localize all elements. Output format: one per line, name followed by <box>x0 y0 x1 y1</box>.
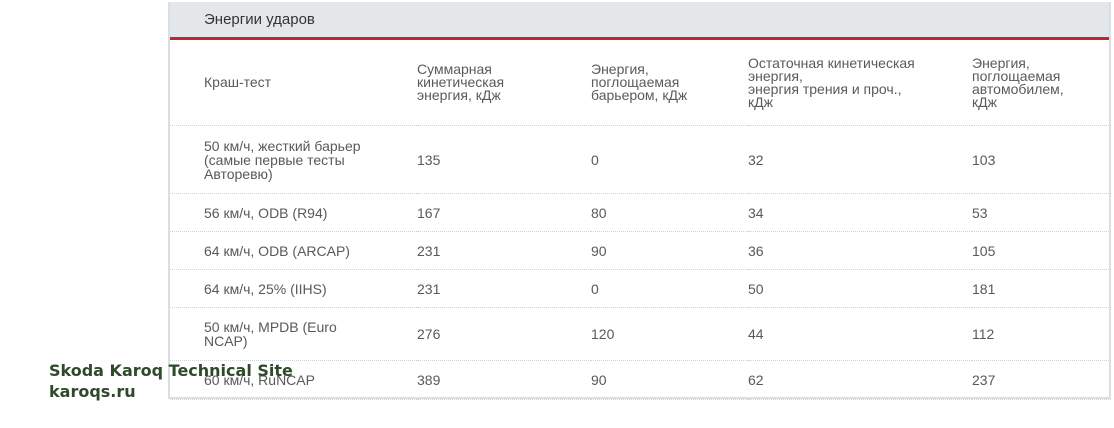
table-cell: 105 <box>972 231 1111 270</box>
table-cell: 90 <box>591 231 748 270</box>
table-cell: 64 км/ч, 25% (IIHS) <box>170 269 417 308</box>
table-row: 60 км/ч, RuNCAP 389 90 62 237 <box>170 360 1111 400</box>
watermark-site-name: Skoda Karoq Technical Site <box>49 361 293 380</box>
table-title: Энергии ударов <box>170 2 1109 40</box>
column-header: Краш-тест <box>170 40 417 126</box>
energy-table-card: Энергии ударов Краш-тест Суммарная кинети… <box>168 2 1111 400</box>
table-header-row: Краш-тест Суммарная кинетическая энергия, … <box>170 40 1111 126</box>
table-cell: 53 <box>972 193 1111 232</box>
table-cell: 0 <box>591 269 748 308</box>
table-cell: 167 <box>417 193 591 232</box>
table-cell: 231 <box>417 231 591 270</box>
table-cell: 50 <box>748 269 972 308</box>
page: Энергии ударов Краш-тест Суммарная кинети… <box>0 0 1114 428</box>
table-cell: 62 <box>748 360 972 400</box>
table-cell: 36 <box>748 231 972 270</box>
watermark-site-url: karoqs.ru <box>49 382 136 401</box>
site-watermark: Skoda Karoq Technical Site karoqs.ru <box>49 360 293 402</box>
table-cell: 389 <box>417 360 591 400</box>
table-cell: 34 <box>748 193 972 232</box>
table-cell: 120 <box>591 307 748 361</box>
table-cell: 44 <box>748 307 972 361</box>
table-cell: 90 <box>591 360 748 400</box>
table-cell: 32 <box>748 125 972 194</box>
table-cell: 56 км/ч, ODB (R94) <box>170 193 417 232</box>
column-header: Энергия, поглощаемая барьером, кДж <box>591 40 748 126</box>
energy-table: Краш-тест Суммарная кинетическая энергия, … <box>170 40 1111 400</box>
table-cell: 80 <box>591 193 748 232</box>
table-row: 56 км/ч, ODB (R94) 167 80 34 53 <box>170 193 1111 232</box>
table-cell: 0 <box>591 125 748 194</box>
table-cell: 50 км/ч, MPDB (Euro NCAP) <box>170 307 417 361</box>
table-cell: 64 км/ч, ODB (ARCAP) <box>170 231 417 270</box>
column-header: Суммарная кинетическая энергия, кДж <box>417 40 591 126</box>
table-cell: 181 <box>972 269 1111 308</box>
column-header: Энергия, поглощаемая автомобилем, кДж <box>972 40 1111 126</box>
table-cell: 135 <box>417 125 591 194</box>
table-cell: 231 <box>417 269 591 308</box>
table-cell: 237 <box>972 360 1111 400</box>
table-cell: 112 <box>972 307 1111 361</box>
table-cell: 50 км/ч, жесткий барьер (самые первые тес… <box>170 125 417 194</box>
table-row: 50 км/ч, MPDB (Euro NCAP) 276 120 44 112 <box>170 307 1111 361</box>
table-row: 64 км/ч, 25% (IIHS) 231 0 50 181 <box>170 269 1111 308</box>
table-row: 50 км/ч, жесткий барьер (самые первые тес… <box>170 125 1111 194</box>
table-row: 64 км/ч, ODB (ARCAP) 231 90 36 105 <box>170 231 1111 270</box>
column-header: Остаточная кинетическая энергия, энергия т… <box>748 40 972 126</box>
table-cell: 103 <box>972 125 1111 194</box>
table-cell: 276 <box>417 307 591 361</box>
